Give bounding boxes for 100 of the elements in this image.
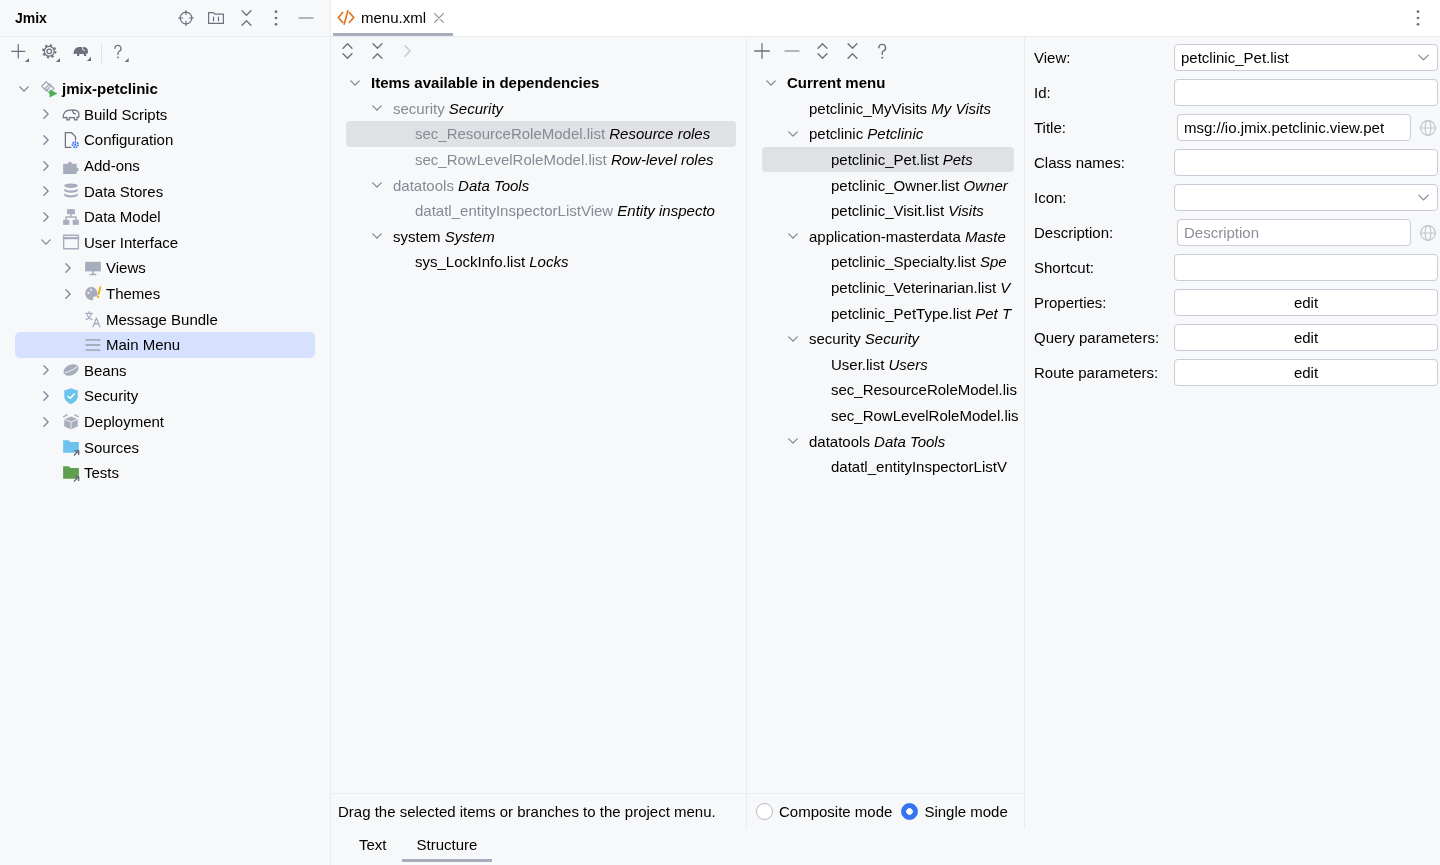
help-icon[interactable] bbox=[876, 42, 888, 59]
chevron-right-icon[interactable] bbox=[43, 365, 49, 376]
chevron-right-icon[interactable] bbox=[65, 262, 71, 273]
tree-item[interactable]: sys_LockInfo.list Locks bbox=[346, 249, 736, 275]
radio-button[interactable]: Composite mode bbox=[756, 802, 893, 820]
tree-item[interactable]: Configuration bbox=[15, 127, 315, 153]
tree-item[interactable]: petclinic Petclinic bbox=[762, 121, 1014, 147]
panel-title: Jmix bbox=[15, 10, 47, 26]
tree-item[interactable]: jmix-petclinic bbox=[15, 76, 315, 102]
folder-icon bbox=[62, 463, 80, 482]
field-label: Route parameters: bbox=[1034, 364, 1160, 381]
chevron-right-icon[interactable] bbox=[43, 160, 49, 171]
chevron-right-icon[interactable] bbox=[43, 186, 49, 197]
view-tab[interactable]: Text bbox=[344, 830, 402, 862]
tree-item[interactable]: petclinic_Visit.list Visits bbox=[762, 197, 1014, 224]
tree-item[interactable]: petclinic_Pet.list Pets bbox=[762, 146, 1014, 173]
field-label: Description: bbox=[1034, 224, 1115, 241]
chevron-down-icon[interactable] bbox=[350, 79, 360, 86]
tree-item[interactable]: datatools Data Tools bbox=[762, 428, 1014, 454]
close-icon[interactable] bbox=[434, 12, 445, 23]
tree-item[interactable]: Data Model bbox=[15, 203, 315, 230]
edit-button[interactable]: edit bbox=[1174, 324, 1438, 351]
field-label: Icon: bbox=[1034, 189, 1068, 206]
tree-item[interactable]: Deployment bbox=[15, 408, 315, 435]
chevron-down-icon[interactable] bbox=[41, 239, 51, 246]
chevron-right-icon[interactable] bbox=[43, 390, 49, 401]
more-icon[interactable] bbox=[1416, 10, 1420, 26]
input-field[interactable] bbox=[1174, 254, 1438, 281]
tree-item[interactable]: Security bbox=[15, 383, 315, 409]
chevron-down-icon[interactable] bbox=[788, 438, 798, 445]
package-icon bbox=[62, 412, 80, 431]
edit-button[interactable]: edit bbox=[1174, 359, 1438, 386]
tree-item[interactable]: Data Stores bbox=[15, 178, 315, 204]
remove-icon[interactable] bbox=[784, 49, 800, 52]
radio-button[interactable]: Single mode bbox=[901, 802, 1008, 820]
add-icon[interactable] bbox=[11, 44, 29, 62]
more-icon[interactable] bbox=[274, 10, 278, 26]
chevron-right-icon[interactable] bbox=[43, 109, 49, 120]
tree-item[interactable]: Main Menu bbox=[15, 331, 315, 358]
tree-item[interactable]: Beans bbox=[15, 357, 315, 384]
tree-item[interactable]: Items available in dependencies bbox=[346, 70, 736, 96]
chevron-down-icon[interactable] bbox=[788, 131, 798, 137]
folder-icon bbox=[62, 438, 80, 457]
folder-icon[interactable] bbox=[208, 10, 224, 26]
code-icon bbox=[337, 10, 355, 25]
locate-icon[interactable] bbox=[178, 10, 194, 26]
chevron-down-icon[interactable] bbox=[766, 79, 776, 86]
input-field[interactable] bbox=[1174, 79, 1438, 106]
expand-all-icon[interactable] bbox=[341, 42, 353, 59]
project-icon bbox=[40, 79, 58, 98]
tree-item[interactable]: application-masterdata Maste bbox=[762, 223, 1014, 250]
tree-item[interactable]: Message Bundle bbox=[15, 306, 315, 332]
chevron-right-icon[interactable] bbox=[43, 135, 49, 145]
shield-icon bbox=[62, 386, 80, 405]
file-tab[interactable]: menu.xml bbox=[333, 0, 454, 36]
tree-item[interactable]: Themes bbox=[15, 280, 315, 307]
edit-button[interactable]: edit bbox=[1174, 289, 1438, 316]
chevron-down-icon[interactable] bbox=[19, 85, 29, 92]
tree-item[interactable]: Views bbox=[15, 255, 315, 281]
chevron-right-icon[interactable] bbox=[43, 211, 49, 222]
view-tab[interactable]: Structure bbox=[401, 830, 493, 862]
tree-item[interactable]: Tests bbox=[15, 459, 315, 486]
input-field[interactable]: Description bbox=[1177, 219, 1411, 246]
input-field[interactable] bbox=[1174, 149, 1438, 176]
dropdown[interactable]: petclinic_Pet.list bbox=[1174, 44, 1438, 71]
chevron-down-icon[interactable] bbox=[788, 335, 798, 342]
tree-item[interactable]: Current menu bbox=[762, 70, 1014, 96]
hierarchy-icon bbox=[62, 207, 80, 226]
help-icon[interactable] bbox=[112, 44, 130, 62]
tree-item[interactable]: security Security bbox=[762, 325, 1014, 352]
chevron-down-icon[interactable] bbox=[372, 233, 382, 240]
collapse-all-icon[interactable] bbox=[240, 10, 252, 26]
collapse-all-icon[interactable] bbox=[846, 42, 858, 59]
tree-item[interactable]: system System bbox=[346, 223, 736, 250]
tree-item[interactable]: Build Scripts bbox=[15, 101, 315, 128]
collapse-all-icon[interactable] bbox=[371, 42, 383, 59]
file-gear-icon bbox=[62, 131, 80, 149]
field-label: Query parameters: bbox=[1034, 329, 1161, 346]
field-label: Title: bbox=[1034, 119, 1067, 136]
tree-item[interactable]: Sources bbox=[15, 434, 315, 460]
input-field[interactable]: msg://io.jmix.petclinic.view.pet bbox=[1177, 114, 1411, 141]
chevron-right-icon[interactable] bbox=[43, 416, 49, 427]
tree-item[interactable]: User.list Users bbox=[762, 351, 1014, 378]
tree-item[interactable]: datatl_entityInspectorListV bbox=[762, 453, 1014, 480]
tree-item[interactable]: User Interface bbox=[15, 229, 315, 256]
chevron-down-icon[interactable] bbox=[788, 233, 798, 240]
tree-item[interactable]: Add-ons bbox=[15, 152, 315, 179]
tree-item[interactable]: petclinic_Specialty.list Spe bbox=[762, 249, 1014, 275]
tree-item[interactable]: petclinic_Owner.list Owner bbox=[762, 172, 1014, 198]
settings-icon[interactable] bbox=[42, 44, 60, 62]
window-icon bbox=[62, 233, 80, 252]
chevron-right-icon[interactable] bbox=[65, 288, 71, 299]
expand-all-icon[interactable] bbox=[816, 42, 828, 59]
tree-item[interactable]: petclinic_Veterinarian.list V bbox=[762, 274, 1014, 301]
field-label: Id: bbox=[1034, 84, 1052, 101]
add-icon[interactable] bbox=[754, 42, 770, 59]
tree-item[interactable]: petclinic_PetType.list Pet T bbox=[762, 300, 1014, 326]
palette-icon bbox=[84, 284, 102, 303]
elephant-icon[interactable] bbox=[73, 44, 91, 62]
tree-item[interactable]: petclinic_MyVisits My Visits bbox=[762, 95, 1014, 122]
